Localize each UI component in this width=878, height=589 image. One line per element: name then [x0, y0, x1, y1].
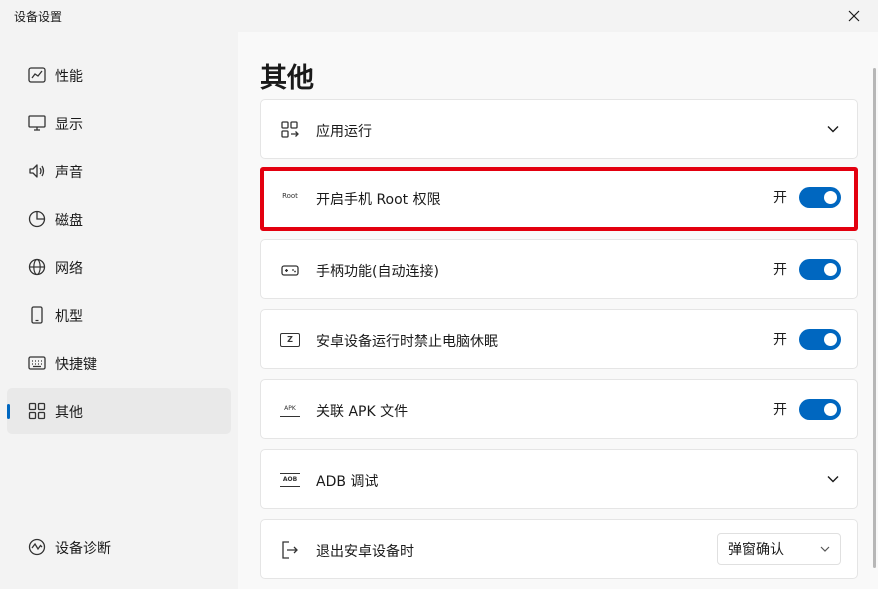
- setting-label: 安卓设备运行时禁止电脑休眠: [316, 334, 498, 350]
- window-title: 设备设置: [14, 10, 63, 24]
- sidebar-item-label: 设备诊断: [55, 541, 111, 557]
- sidebar-item-label: 网络: [55, 261, 83, 277]
- phone-icon: [27, 305, 47, 325]
- exit-behavior-select[interactable]: 弹窗确认: [717, 533, 841, 565]
- exit-icon: [279, 539, 301, 561]
- setting-label: 退出安卓设备时: [316, 544, 414, 560]
- app-run-icon: [279, 119, 301, 141]
- chevron-down-icon: [820, 546, 830, 552]
- sidebar-item-label: 其他: [55, 405, 83, 421]
- sidebar-item-label: 磁盘: [55, 213, 83, 229]
- toggle-state-text: 开: [773, 402, 787, 418]
- gamepad-icon: [279, 259, 301, 281]
- monitor-icon: [27, 113, 47, 133]
- setting-label: ADB 调试: [316, 474, 379, 490]
- setting-exit-behavior[interactable]: 退出安卓设备时 弹窗确认: [260, 519, 858, 579]
- close-button[interactable]: [844, 6, 864, 26]
- setting-label: 应用运行: [316, 124, 372, 140]
- speaker-icon: [27, 161, 47, 181]
- scrollbar[interactable]: [873, 68, 876, 568]
- setting-associate-apk[interactable]: APK 关联 APK 文件 开: [260, 379, 858, 439]
- sidebar-item-performance[interactable]: 性能: [7, 52, 231, 98]
- sidebar-item-sound[interactable]: 声音: [7, 148, 231, 194]
- select-value: 弹窗确认: [728, 542, 784, 558]
- setting-label: 手柄功能(自动连接): [316, 264, 439, 280]
- sidebar-item-label: 显示: [55, 117, 83, 133]
- prevent-sleep-toggle[interactable]: [799, 328, 841, 350]
- performance-chart-icon: [27, 65, 47, 85]
- root-icon: Root: [282, 192, 298, 200]
- sidebar-item-label: 声音: [55, 165, 83, 181]
- sidebar-item-diagnosis[interactable]: 设备诊断: [7, 524, 231, 570]
- page-title: 其他: [260, 63, 314, 94]
- sidebar: 性能 显示 声音 磁盘 网络 机型 快捷键 其他 设备诊断: [0, 32, 238, 589]
- sidebar-item-label: 机型: [55, 309, 83, 325]
- sleep-icon: Z: [279, 329, 301, 351]
- setting-adb-debug[interactable]: AOB ADB 调试: [260, 449, 858, 509]
- setting-app-run[interactable]: 应用运行: [260, 99, 858, 159]
- setting-prevent-sleep[interactable]: Z 安卓设备运行时禁止电脑休眠 开: [260, 309, 858, 369]
- main-panel: 其他 应用运行 Root 开启手机 Root 权限 开 手柄功能(自动连接) 开: [238, 32, 878, 589]
- chevron-down-icon[interactable]: [825, 471, 841, 487]
- setting-label: 关联 APK 文件: [316, 404, 409, 420]
- sidebar-item-model[interactable]: 机型: [7, 292, 231, 338]
- sidebar-item-shortcuts[interactable]: 快捷键: [7, 340, 231, 386]
- adb-icon: AOB: [279, 469, 301, 491]
- apps-grid-icon: [27, 401, 47, 421]
- toggle-state-text: 开: [773, 332, 787, 348]
- toggle-state-text: 开: [773, 262, 787, 278]
- diagnosis-icon: [27, 537, 47, 557]
- close-icon: [848, 10, 860, 22]
- keyboard-icon: [27, 353, 47, 373]
- chevron-down-icon[interactable]: [825, 121, 841, 137]
- sidebar-item-label: 性能: [55, 69, 83, 85]
- globe-icon: [27, 257, 47, 277]
- sidebar-item-disk[interactable]: 磁盘: [7, 196, 231, 242]
- sidebar-item-display[interactable]: 显示: [7, 100, 231, 146]
- sidebar-item-network[interactable]: 网络: [7, 244, 231, 290]
- toggle-state-text: 开: [773, 190, 787, 206]
- setting-gamepad[interactable]: 手柄功能(自动连接) 开: [260, 239, 858, 299]
- associate-apk-toggle[interactable]: [799, 398, 841, 420]
- setting-label: 开启手机 Root 权限: [316, 192, 441, 208]
- sidebar-item-label: 快捷键: [55, 357, 97, 373]
- gamepad-toggle[interactable]: [799, 258, 841, 280]
- setting-root-permission[interactable]: Root 开启手机 Root 权限 开: [260, 167, 858, 231]
- apk-icon: APK: [279, 399, 301, 421]
- root-toggle[interactable]: [799, 186, 841, 208]
- title-bar: 设备设置: [0, 0, 878, 32]
- disk-pie-icon: [27, 209, 47, 229]
- sidebar-item-other[interactable]: 其他: [7, 388, 231, 434]
